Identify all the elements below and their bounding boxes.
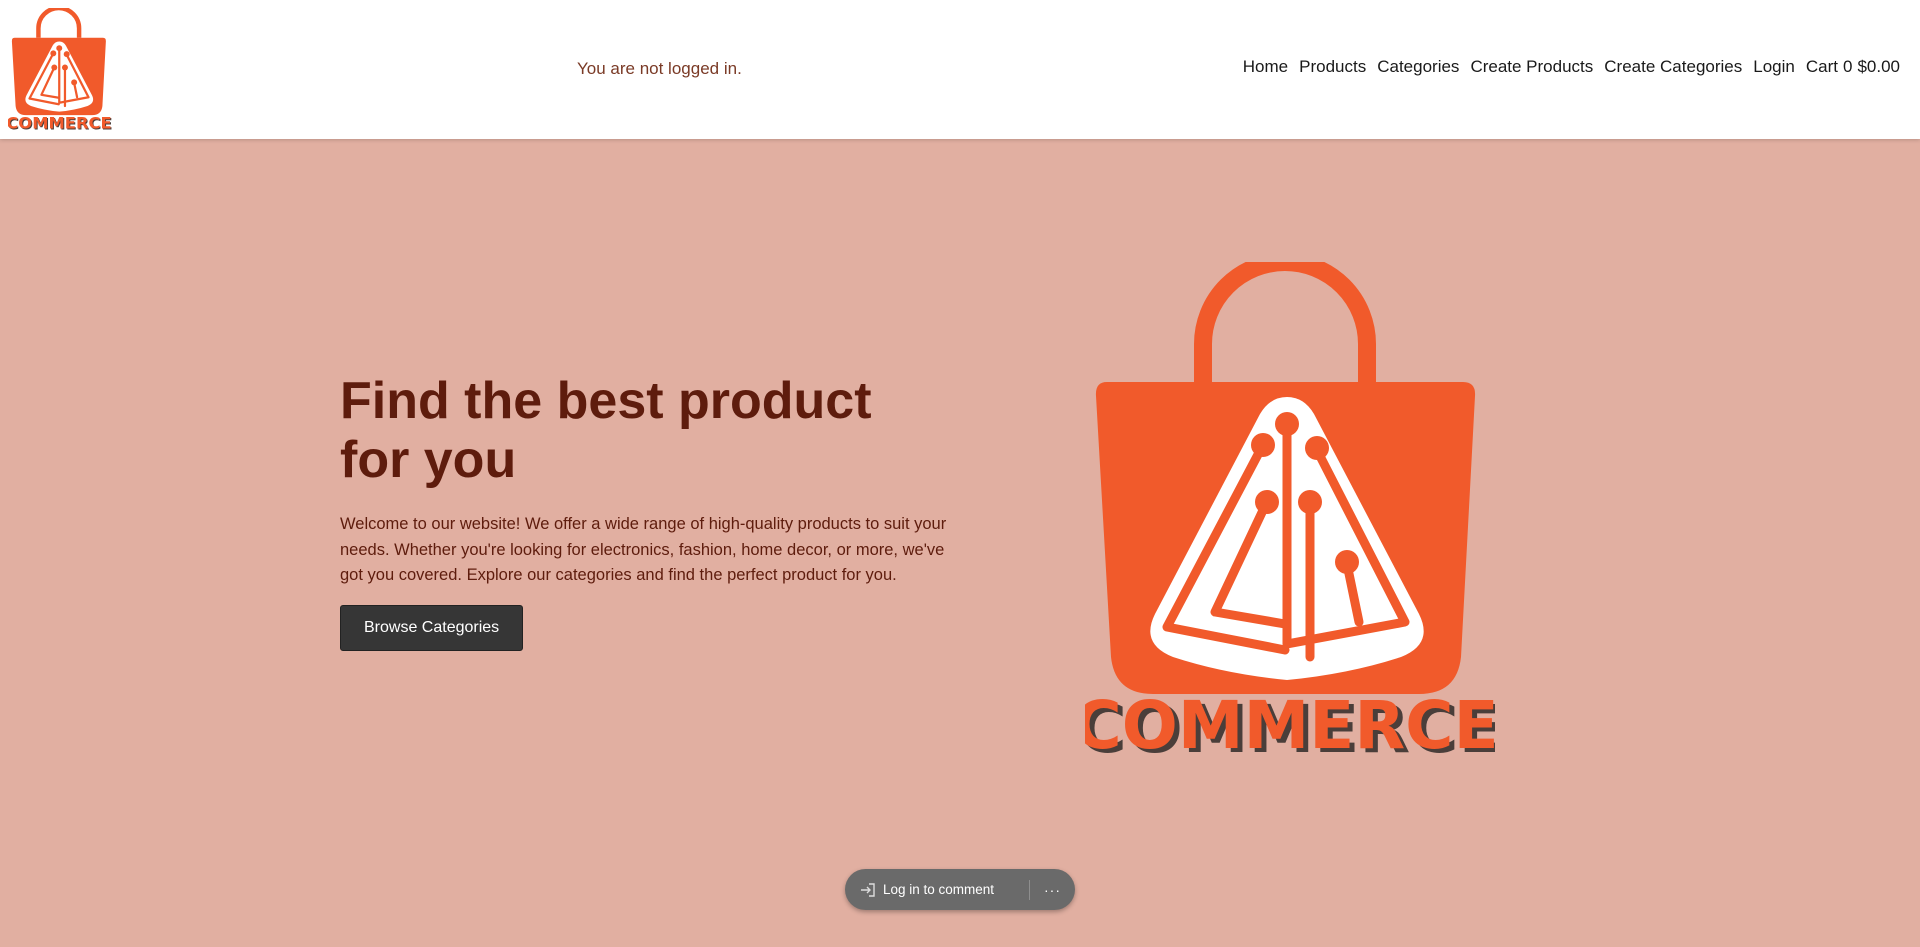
nav-categories[interactable]: Categories	[1377, 57, 1459, 77]
shopping-bag-logo-icon: COMMERCE COMMERCE	[6, 8, 113, 134]
main-nav: Home Products Categories Create Products…	[1243, 57, 1900, 77]
comment-toolbar: Log in to comment ···	[845, 869, 1075, 910]
hero-title: Find the best product for you	[340, 372, 872, 489]
cart-count: 0	[1842, 57, 1853, 76]
login-status: You are not logged in.	[577, 59, 742, 78]
nav-products[interactable]: Products	[1299, 57, 1366, 77]
nav-create-products[interactable]: Create Products	[1470, 57, 1593, 77]
hero-logo: COMMERCE COMMERCE	[1073, 262, 1504, 768]
logo-wordmark: COMMERCE	[8, 114, 112, 132]
site-header: COMMERCE COMMERCE You are not logged in.…	[0, 0, 1920, 139]
cart-label: Cart	[1805, 57, 1838, 76]
browse-categories-button[interactable]: Browse Categories	[340, 604, 524, 651]
hero-text: Find the best product for you Welcome to…	[340, 372, 960, 651]
nav-home[interactable]: Home	[1243, 57, 1288, 77]
shopping-bag-logo-icon: COMMERCE COMMERCE	[1073, 262, 1504, 768]
sign-in-icon	[861, 882, 875, 897]
hero-description: Welcome to our website! We offer a wide …	[340, 515, 947, 584]
header-logo[interactable]: COMMERCE COMMERCE	[6, 8, 113, 134]
nav-login[interactable]: Login	[1753, 57, 1795, 77]
nav-cart[interactable]: Cart 0 $0.00	[1806, 57, 1900, 77]
cart-total: $0.00	[1857, 57, 1900, 76]
logo-wordmark: COMMERCE	[1085, 687, 1495, 762]
log-in-to-comment-button[interactable]: Log in to comment	[845, 882, 1029, 898]
log-in-to-comment-label: Log in to comment	[883, 882, 995, 897]
nav-create-categories[interactable]: Create Categories	[1604, 57, 1742, 77]
more-options-icon[interactable]: ···	[1030, 882, 1075, 898]
